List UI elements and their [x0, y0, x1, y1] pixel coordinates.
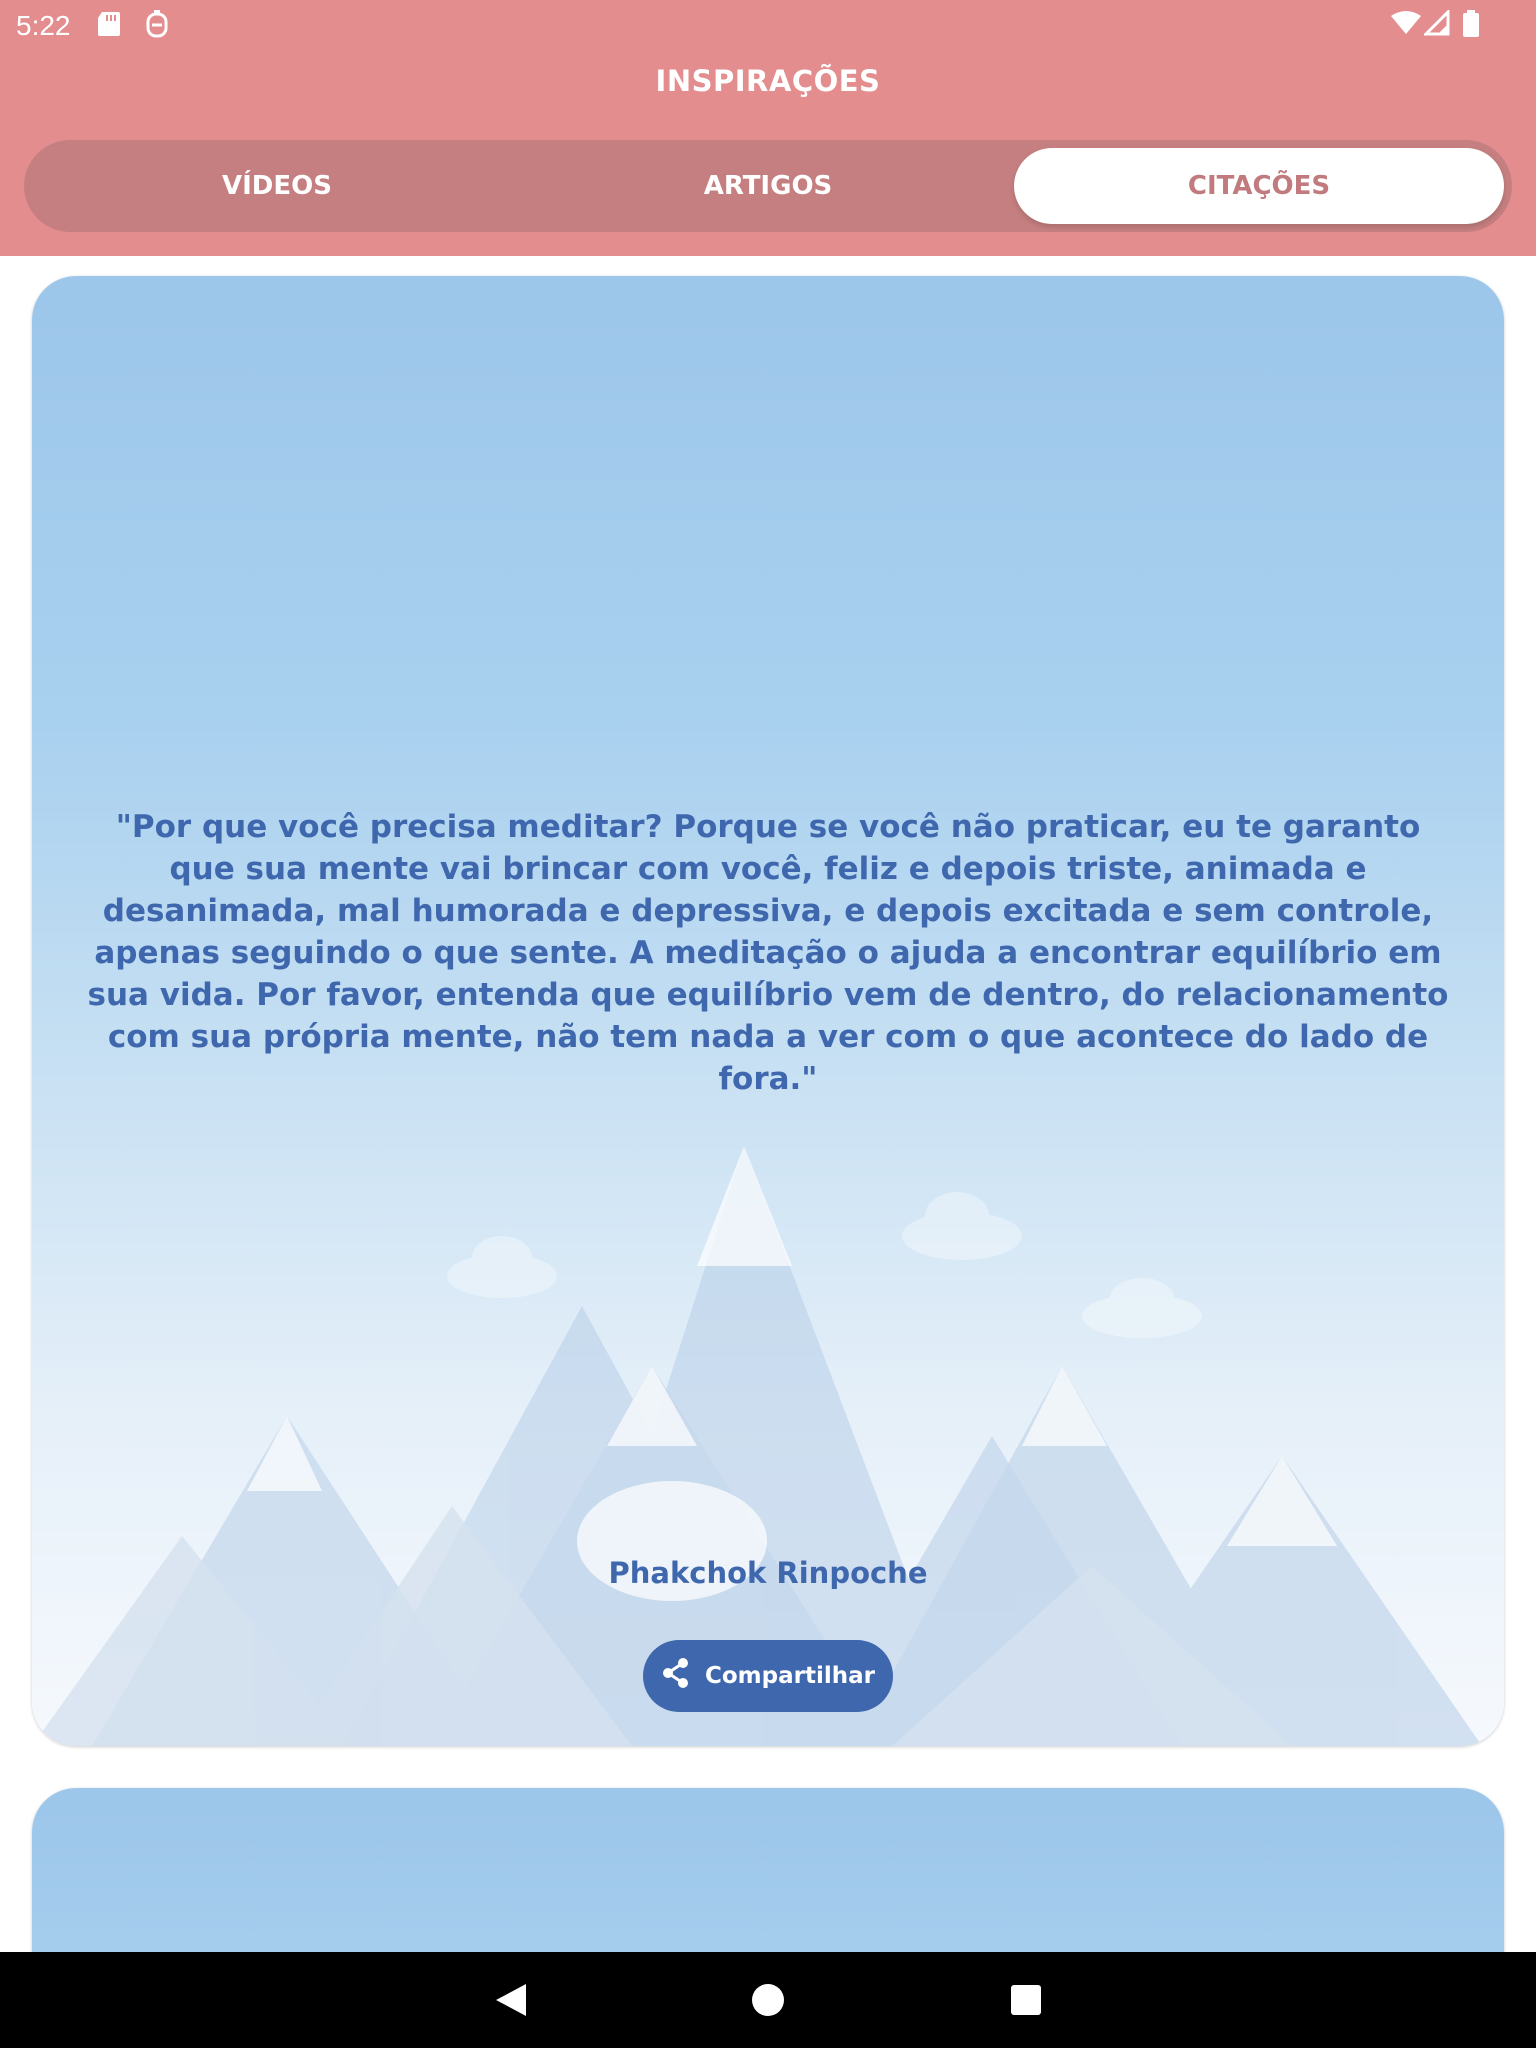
tab-artigos[interactable]: ARTIGOS	[523, 148, 1013, 224]
share-label: Compartilhar	[705, 1663, 875, 1689]
status-time: 5:22	[16, 10, 71, 41]
navigation-bar	[0, 1952, 1536, 2048]
status-bar: 5:22	[0, 0, 1536, 50]
share-icon	[661, 1657, 691, 1695]
home-icon[interactable]	[748, 1980, 788, 2020]
app-header: 5:22 INSPIRAÇÕES VÍDEOS ARTIGOS CITAÇÕES	[0, 0, 1536, 256]
signal-icon	[1422, 8, 1450, 40]
quote-text: "Por que você precisa meditar? Porque se…	[87, 809, 1449, 1097]
screen: 5:22 INSPIRAÇÕES VÍDEOS ARTIGOS CITAÇÕES	[0, 0, 1536, 2048]
back-icon[interactable]	[490, 1980, 530, 2020]
notification-icon	[144, 10, 170, 44]
quote-card: "Por que você precisa meditar? Porque se…	[32, 276, 1504, 1746]
page-title: INSPIRAÇÕES	[655, 64, 881, 98]
wifi-icon	[1390, 10, 1422, 40]
tab-videos[interactable]: VÍDEOS	[32, 148, 522, 224]
share-button[interactable]: Compartilhar	[643, 1640, 893, 1712]
recents-icon[interactable]	[1006, 1980, 1046, 2020]
sd-card-icon	[96, 10, 122, 42]
tab-citacoes[interactable]: CITAÇÕES	[1014, 148, 1504, 224]
tab-bar: VÍDEOS ARTIGOS CITAÇÕES	[24, 140, 1512, 232]
battery-icon	[1462, 10, 1480, 42]
quote-author: Phakchok Rinpoche	[608, 1556, 928, 1590]
